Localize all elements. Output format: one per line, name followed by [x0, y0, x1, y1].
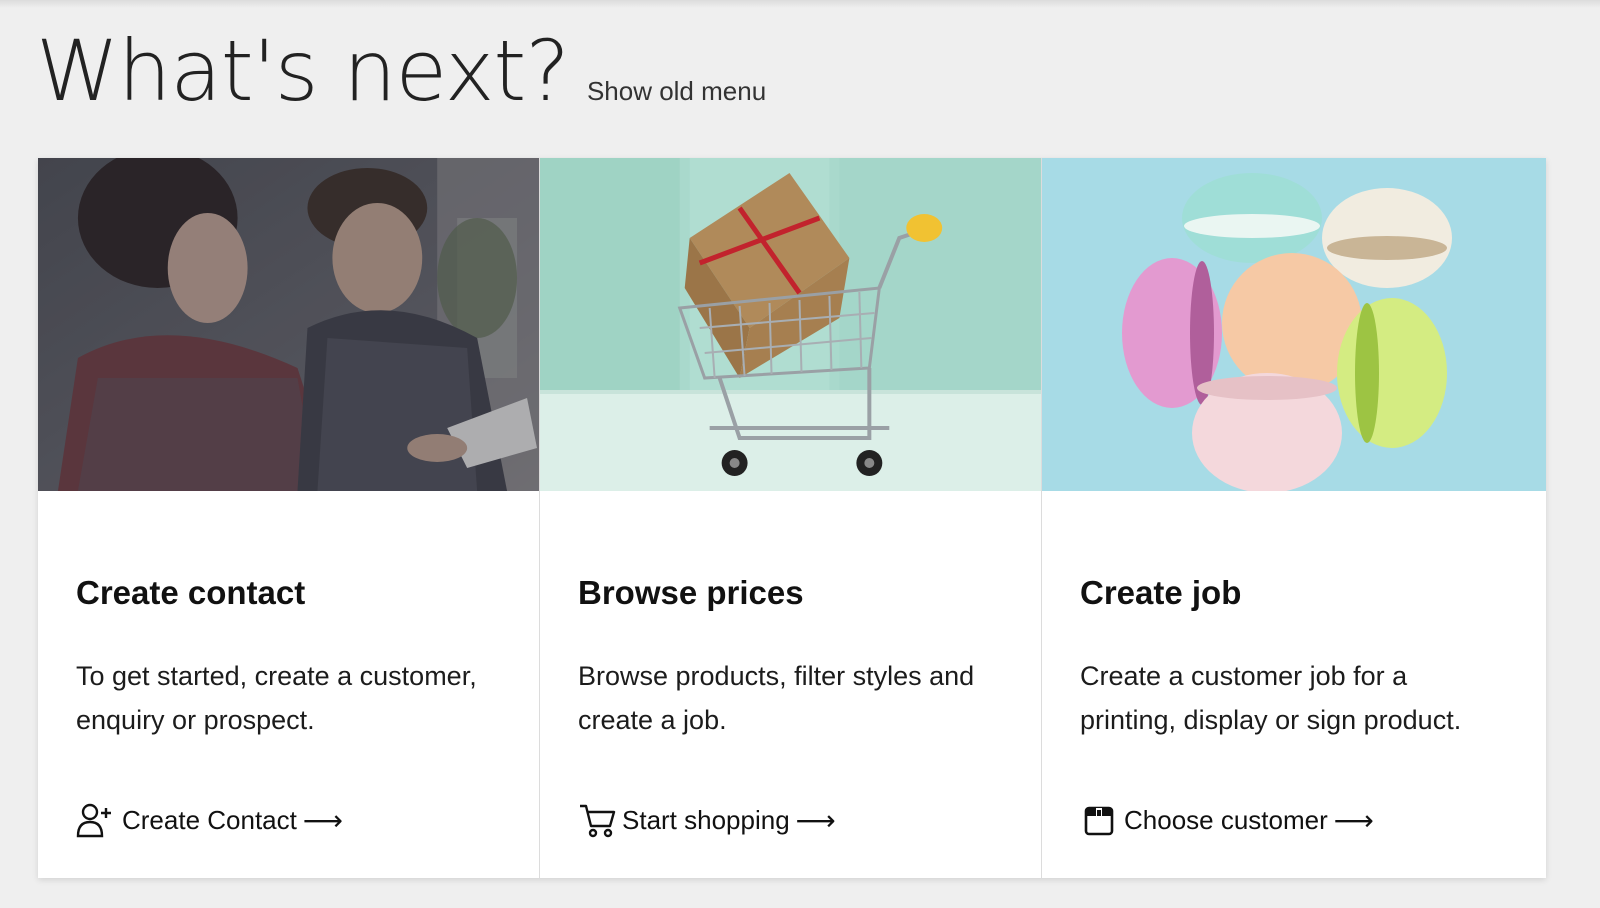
card-image-cart: [540, 158, 1041, 491]
card-description: Browse products, filter styles and creat…: [578, 661, 975, 735]
create-contact-label: Create Contact: [122, 804, 297, 835]
card-create-job: Create job Create a customer job for a p…: [1042, 158, 1546, 878]
arrow-right-icon: ⟶: [302, 804, 344, 836]
card-title: Create contact: [76, 574, 306, 611]
card-description: Create a customer job for a printing, di…: [1080, 661, 1462, 735]
page-title: What's next?: [36, 22, 570, 120]
card-title: Create job: [1080, 574, 1242, 611]
card-grid: Create contact To get started, create a …: [38, 158, 1546, 878]
arrow-right-icon: ⟶: [795, 804, 836, 836]
show-old-menu-link[interactable]: Show old menu: [587, 76, 766, 107]
start-shopping-link[interactable]: Start shopping ⟶: [578, 802, 836, 838]
card-title: Browse prices: [578, 574, 804, 611]
start-shopping-label: Start shopping: [622, 804, 790, 835]
add-user-icon: [76, 803, 111, 838]
shopping-cart-icon: [580, 804, 616, 838]
card-create-contact: Create contact To get started, create a …: [38, 158, 540, 878]
top-shadow: [0, 0, 1600, 8]
card-image-people: [38, 158, 539, 491]
card-description: To get started, create a customer, enqui…: [76, 661, 477, 735]
card-image-macarons: [1042, 158, 1546, 491]
card-browse-prices: Browse prices Browse products, filter st…: [540, 158, 1042, 878]
create-contact-link[interactable]: Create Contact ⟶: [76, 802, 343, 838]
arrow-right-icon: ⟶: [1333, 804, 1374, 836]
choose-customer-link[interactable]: Choose customer ⟶: [1080, 802, 1374, 838]
choose-customer-label: Choose customer: [1124, 804, 1328, 835]
job-box-icon: [1084, 806, 1114, 836]
header: What's next? Show old menu: [36, 22, 766, 120]
